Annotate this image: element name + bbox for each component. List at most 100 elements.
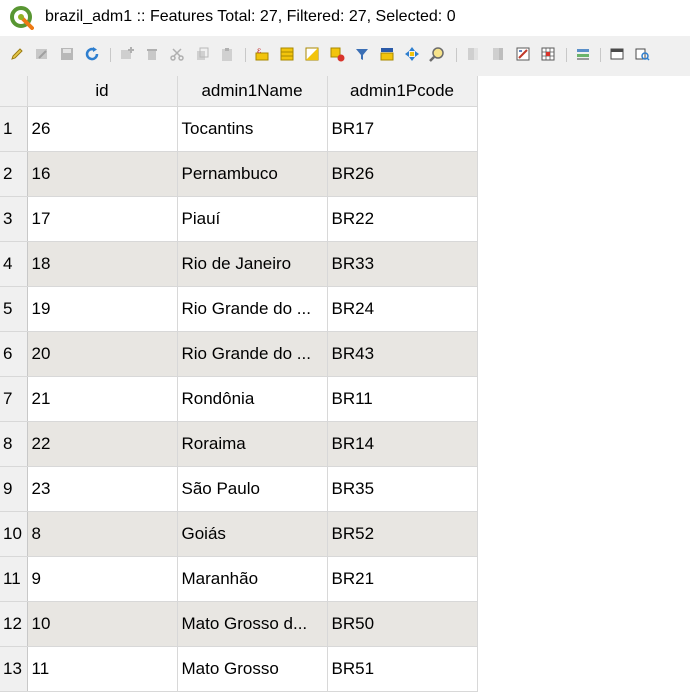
cell-admin1pcode[interactable]: BR11 (327, 376, 478, 422)
table-row[interactable]: 1 26 Tocantins BR17 (0, 106, 478, 152)
table-row[interactable]: 2 16 Pernambuco BR26 (0, 151, 478, 197)
table-row[interactable]: 10 8 Goiás BR52 (0, 511, 478, 557)
toolbar-separator (110, 48, 111, 62)
move-top-icon[interactable] (379, 46, 395, 62)
table-row[interactable]: 4 18 Rio de Janeiro BR33 (0, 241, 478, 287)
row-number-cell[interactable]: 2 (0, 151, 28, 197)
actions-icon[interactable] (634, 46, 650, 62)
cell-admin1name[interactable]: Rio Grande do ... (177, 286, 328, 332)
attribute-table[interactable]: id admin1Name admin1Pcode 1 26 Tocantins BR… (0, 76, 690, 694)
zoom-icon[interactable] (429, 46, 445, 62)
table-row[interactable]: 11 9 Maranhão BR21 (0, 556, 478, 602)
cell-id[interactable]: 11 (27, 646, 178, 692)
cell-admin1pcode[interactable]: BR14 (327, 421, 478, 467)
table-row[interactable]: 5 19 Rio Grande do ... BR24 (0, 286, 478, 332)
table-body: 1 26 Tocantins BR17 2 16 Pernambuco BR26 3 17 Piau… (0, 106, 478, 692)
table-row[interactable]: 7 21 Rondônia BR11 (0, 376, 478, 422)
cell-admin1pcode[interactable]: BR43 (327, 331, 478, 377)
attribute-grid: id admin1Name admin1Pcode 1 26 Tocantins BR… (0, 76, 478, 692)
cell-admin1pcode[interactable]: BR33 (327, 241, 478, 287)
field-calc-icon[interactable] (515, 46, 531, 62)
reload-icon[interactable] (84, 46, 100, 62)
row-number-cell[interactable]: 8 (0, 421, 28, 467)
cell-admin1pcode[interactable]: BR35 (327, 466, 478, 512)
save-icon[interactable] (59, 46, 75, 62)
pan-icon[interactable] (404, 46, 420, 62)
cell-admin1pcode[interactable]: BR51 (327, 646, 478, 692)
header-row: id admin1Name admin1Pcode (0, 76, 478, 107)
scissors-icon[interactable] (169, 46, 185, 62)
table-row[interactable]: 8 22 Roraima BR14 (0, 421, 478, 467)
cell-id[interactable]: 19 (27, 286, 178, 332)
dock-icon[interactable] (609, 46, 625, 62)
cell-admin1name[interactable]: Maranhão (177, 556, 328, 602)
cell-admin1name[interactable]: Goiás (177, 511, 328, 557)
cell-admin1pcode[interactable]: BR22 (327, 196, 478, 242)
add-feature-icon[interactable] (119, 46, 135, 62)
filter-icon[interactable] (354, 46, 370, 62)
row-number-cell[interactable]: 13 (0, 646, 28, 692)
cell-id[interactable]: 21 (27, 376, 178, 422)
select-all-icon[interactable] (279, 46, 295, 62)
cell-admin1name[interactable]: Mato Grosso (177, 646, 328, 692)
cell-admin1name[interactable]: Piauí (177, 196, 328, 242)
cell-admin1name[interactable]: Rio de Janeiro (177, 241, 328, 287)
table-row[interactable]: 12 10 Mato Grosso d... BR50 (0, 601, 478, 647)
cell-id[interactable]: 23 (27, 466, 178, 512)
column-header-admin1pcode[interactable]: admin1Pcode (327, 76, 478, 107)
row-number-cell[interactable]: 10 (0, 511, 28, 557)
cell-admin1name[interactable]: Rondônia (177, 376, 328, 422)
expression-icon[interactable]: ε (254, 46, 270, 62)
cell-admin1pcode[interactable]: BR26 (327, 151, 478, 197)
multi-edit-icon[interactable] (34, 46, 50, 62)
row-number-cell[interactable]: 5 (0, 286, 28, 332)
deselect-icon[interactable] (329, 46, 345, 62)
row-number-cell[interactable]: 11 (0, 556, 28, 602)
cell-admin1name[interactable]: Mato Grosso d... (177, 601, 328, 647)
row-number-cell[interactable]: 9 (0, 466, 28, 512)
cell-admin1name[interactable]: São Paulo (177, 466, 328, 512)
column-header-id[interactable]: id (27, 76, 178, 107)
column-header-admin1name[interactable]: admin1Name (177, 76, 328, 107)
cell-id[interactable]: 26 (27, 106, 178, 152)
invert-selection-icon[interactable] (304, 46, 320, 62)
trash-icon[interactable] (144, 46, 160, 62)
cell-admin1name[interactable]: Rio Grande do ... (177, 331, 328, 377)
row-number-cell[interactable]: 6 (0, 331, 28, 377)
row-number-cell[interactable]: 12 (0, 601, 28, 647)
cell-id[interactable]: 17 (27, 196, 178, 242)
cell-id[interactable]: 22 (27, 421, 178, 467)
row-number-cell[interactable]: 3 (0, 196, 28, 242)
cell-admin1pcode[interactable]: BR17 (327, 106, 478, 152)
table-row[interactable]: 13 11 Mato Grosso BR51 (0, 646, 478, 692)
window-title: brazil_adm1 :: Features Total: 27, Filte… (45, 8, 456, 25)
row-number-cell[interactable]: 4 (0, 241, 28, 287)
delete-field-icon[interactable] (490, 46, 506, 62)
cell-id[interactable]: 18 (27, 241, 178, 287)
table-row[interactable]: 9 23 São Paulo BR35 (0, 466, 478, 512)
cell-id[interactable]: 20 (27, 331, 178, 377)
cell-admin1pcode[interactable]: BR21 (327, 556, 478, 602)
cell-id[interactable]: 10 (27, 601, 178, 647)
table-row[interactable]: 3 17 Piauí BR22 (0, 196, 478, 242)
row-number-cell[interactable]: 7 (0, 376, 28, 422)
conditional-format-icon[interactable] (540, 46, 556, 62)
table-row[interactable]: 6 20 Rio Grande do ... BR43 (0, 331, 478, 377)
cell-admin1name[interactable]: Pernambuco (177, 151, 328, 197)
qgis-logo-icon (10, 6, 34, 30)
cell-id[interactable]: 8 (27, 511, 178, 557)
cell-admin1name[interactable]: Roraima (177, 421, 328, 467)
paste-icon[interactable] (219, 46, 235, 62)
cell-id[interactable]: 9 (27, 556, 178, 602)
cell-id[interactable]: 16 (27, 151, 178, 197)
row-number-cell[interactable]: 1 (0, 106, 28, 152)
pencil-icon[interactable] (9, 46, 25, 62)
cell-admin1pcode[interactable]: BR50 (327, 601, 478, 647)
new-field-icon[interactable] (465, 46, 481, 62)
cell-admin1name[interactable]: Tocantins (177, 106, 328, 152)
cell-admin1pcode[interactable]: BR52 (327, 511, 478, 557)
columns-icon[interactable] (575, 46, 591, 62)
cell-admin1pcode[interactable]: BR24 (327, 286, 478, 332)
corner-select-all[interactable] (0, 76, 28, 107)
copy-icon[interactable] (194, 46, 210, 62)
